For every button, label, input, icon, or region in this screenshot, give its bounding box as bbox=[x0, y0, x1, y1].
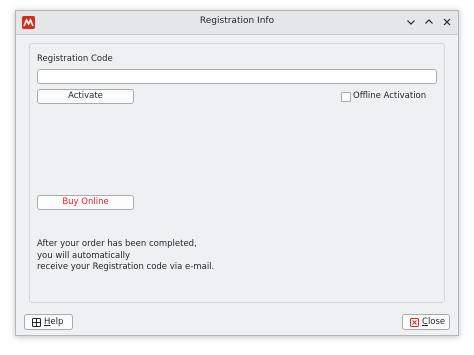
offline-activation-checkbox[interactable] bbox=[341, 92, 351, 102]
chevron-down-icon bbox=[407, 20, 415, 25]
window-title: Registration Info bbox=[199, 16, 275, 26]
chevron-up-icon bbox=[425, 19, 433, 24]
registration-code-label: Registration Code bbox=[37, 54, 113, 64]
minimize-button[interactable] bbox=[404, 15, 418, 29]
help-button[interactable]: Help bbox=[24, 314, 73, 330]
close-window-button[interactable] bbox=[440, 15, 454, 29]
maximize-button[interactable] bbox=[422, 15, 436, 29]
registration-dialog: Registration Info Registration Code Acti… bbox=[15, 10, 459, 336]
close-button[interactable]: Close bbox=[402, 314, 450, 330]
activate-button[interactable]: Activate bbox=[37, 89, 134, 104]
registration-code-input[interactable] bbox=[37, 69, 437, 84]
title-bar[interactable]: Registration Info bbox=[16, 11, 458, 35]
buy-online-button[interactable]: Buy Online bbox=[37, 195, 134, 210]
info-line: you will automatically bbox=[37, 250, 131, 261]
close-icon bbox=[443, 18, 451, 26]
info-line: After your order has been completed, bbox=[37, 239, 197, 249]
order-info-text: After your order has been completed, you… bbox=[37, 239, 214, 274]
help-icon bbox=[32, 318, 41, 327]
close-label: Close bbox=[422, 317, 446, 327]
info-line: receive your Registration code via e-mai… bbox=[37, 262, 215, 272]
offline-activation-label[interactable]: Offline Activation bbox=[353, 91, 426, 101]
help-label: Help bbox=[44, 317, 64, 327]
cancel-icon bbox=[410, 318, 419, 327]
